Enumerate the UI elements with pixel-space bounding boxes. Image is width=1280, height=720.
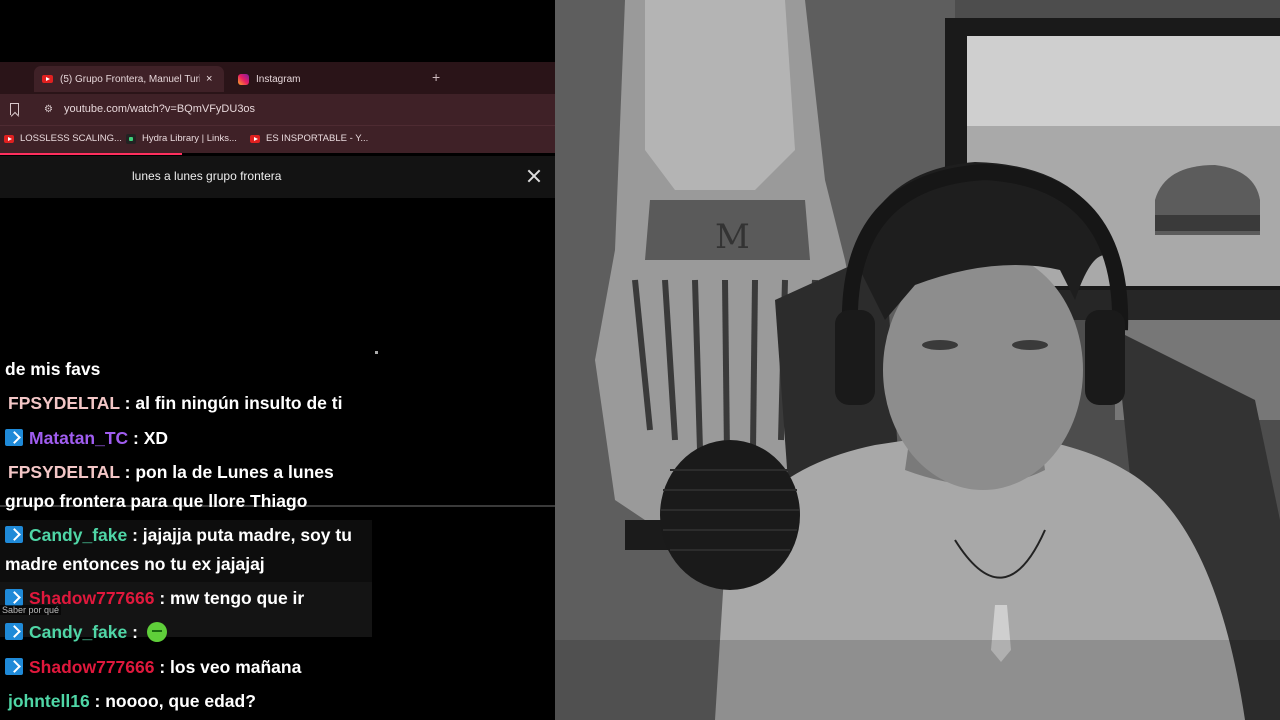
new-tab-button[interactable]: +: [432, 69, 440, 85]
bookmarks-bar: LOSSLESS SCALING... Hydra Library | Link…: [0, 125, 555, 153]
browser-overlay: (5) Grupo Frontera, Manuel Turizo × Inst…: [0, 0, 555, 720]
chat-username: Candy_fake: [29, 525, 128, 545]
chat-message: madre entonces no tu ex jajajaj: [5, 550, 265, 579]
url-text[interactable]: youtube.com/watch?v=BQmVFyDU3os: [64, 103, 255, 115]
tab-strip: (5) Grupo Frontera, Manuel Turizo × Inst…: [0, 62, 555, 94]
chat-username: Candy_fake: [29, 622, 128, 642]
chat-username: FPSYDELTAL: [8, 462, 120, 482]
bookmark-label: LOSSLESS SCALING...: [20, 133, 122, 144]
message-text: madre entonces no tu ex jajajaj: [5, 554, 265, 574]
green-face-emote-icon: [146, 622, 167, 642]
find-bar[interactable]: lunes a lunes grupo frontera: [0, 156, 555, 198]
message-text: : al fin ningún insulto de ti: [119, 393, 343, 413]
bookmark-label: Hydra Library | Links...: [142, 133, 237, 144]
tab-label: (5) Grupo Frontera, Manuel Turizo: [60, 73, 200, 85]
bookmark-hydra[interactable]: Hydra Library | Links...: [126, 133, 237, 144]
site-info-icon[interactable]: ⚙: [44, 104, 53, 115]
prime-badge-icon: [5, 526, 23, 543]
chat-message: grupo frontera para que llore Thiago: [5, 487, 307, 516]
loading-bar: [0, 153, 182, 155]
bookmark-icon[interactable]: [10, 103, 19, 115]
tab-instagram[interactable]: Instagram: [232, 66, 412, 92]
youtube-icon: [4, 134, 14, 143]
chat-message: FPSYDELTAL : pon la de Lunes a lunes: [5, 458, 334, 487]
youtube-icon: [250, 134, 260, 143]
chat-message: Candy_fake : jajajja puta madre, soy tu: [5, 521, 352, 550]
webcam-feed: M: [555, 0, 1280, 720]
prime-badge-icon: [5, 589, 23, 606]
instagram-icon: [238, 73, 249, 85]
tooltip: Saber por qué: [0, 605, 62, 615]
bookmark-label: ES INSPORTABLE - Y...: [266, 133, 369, 144]
message-text: grupo frontera para que llore Thiago: [5, 491, 308, 511]
youtube-icon: [42, 75, 53, 83]
chat-message: Shadow777666 : los veo mañana: [5, 653, 301, 682]
mouse-cursor: [375, 351, 378, 354]
hydra-icon: [126, 133, 136, 144]
prime-badge-icon: [5, 429, 23, 446]
chat-message: de mis favs: [5, 355, 100, 384]
bookmark-lossless[interactable]: LOSSLESS SCALING...: [4, 133, 122, 144]
message-text: : noooo, que edad?: [89, 691, 256, 711]
tab-youtube[interactable]: (5) Grupo Frontera, Manuel Turizo ×: [34, 66, 224, 92]
chat-username: Matatan_TC: [29, 428, 129, 448]
tab-label: Instagram: [256, 73, 301, 85]
close-tab-icon[interactable]: ×: [206, 73, 212, 85]
close-icon[interactable]: [526, 168, 542, 184]
chat-message: johntell16 : noooo, que edad?: [5, 687, 256, 716]
chat-username: Shadow777666: [29, 657, 155, 677]
chat-message: Matatan_TC : XD: [5, 424, 168, 453]
chat-message: Candy_fake :: [5, 618, 167, 647]
webcam-image: M: [555, 0, 1280, 720]
message-text: : pon la de Lunes a lunes: [119, 462, 334, 482]
prime-badge-icon: [5, 658, 23, 675]
message-text: : los veo mañana: [154, 657, 302, 677]
message-text: :: [127, 622, 143, 642]
majin-logo-icon: M: [715, 217, 750, 257]
chat-message: FPSYDELTAL : al fin ningún insulto de ti: [5, 389, 342, 418]
message-text: : XD: [128, 428, 169, 448]
message-text: : jajajja puta madre, soy tu: [127, 525, 352, 545]
message-text: de mis favs: [5, 359, 101, 379]
chat-username: FPSYDELTAL: [8, 393, 120, 413]
find-input[interactable]: lunes a lunes grupo frontera: [132, 169, 281, 183]
prime-badge-icon: [5, 623, 23, 640]
bookmark-insportable[interactable]: ES INSPORTABLE - Y...: [250, 133, 368, 144]
message-text: : mw tengo que ir: [154, 588, 305, 608]
address-bar[interactable]: ⚙ youtube.com/watch?v=BQmVFyDU3os: [0, 94, 555, 125]
chat-username: johntell16: [8, 691, 90, 711]
